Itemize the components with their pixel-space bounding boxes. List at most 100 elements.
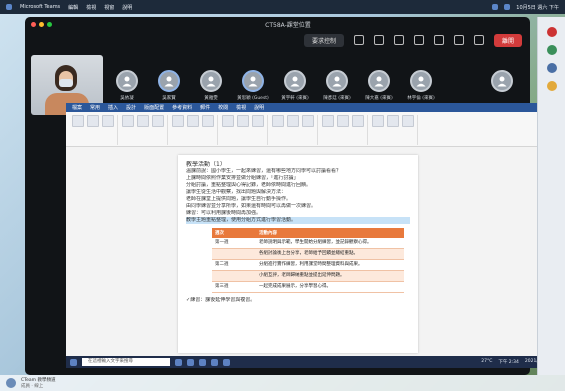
people-icon[interactable] <box>353 35 364 45</box>
window-controls <box>31 21 52 27</box>
comment-icon[interactable] <box>302 115 314 127</box>
mac-menu-item[interactable]: 說明 <box>122 4 132 11</box>
tab-insert[interactable]: 插入 <box>108 104 118 111</box>
teams-icon[interactable] <box>223 358 230 366</box>
mac-menu-item[interactable]: 視窗 <box>104 4 114 11</box>
camera-icon[interactable] <box>433 35 444 45</box>
browser-side-panel <box>537 17 565 375</box>
participant-tile[interactable]: 林宇倫 (來賓) <box>403 69 439 101</box>
person-icon <box>290 76 300 86</box>
ribbon-group-symbols <box>372 115 418 145</box>
shapes-icon[interactable] <box>202 115 214 127</box>
document-page[interactable]: 教學活動（1） 溫課前說：國小學生，一起來練習，還有哪些地方同學可以討論看看？ … <box>178 155 418 353</box>
symbol-icon[interactable] <box>402 115 414 127</box>
weather-readout[interactable]: 27°C <box>481 359 492 365</box>
participant-list: 吳依凝 吳家賢 黃雅雯 黃思穎 (Guest) 黃宇軒 (來賓) 陳彥廷 (來賓… <box>109 69 524 101</box>
table-row: 第二週 分組進行實作練習，利用課堂時間整理資料與成果。 <box>212 259 404 271</box>
mac-clock[interactable]: 10月5日 週六 下午 <box>516 4 559 11</box>
participant-name <box>501 95 502 100</box>
word-ribbon: 檔案 常用 插入 設計 版面配置 參考資料 郵件 校閱 檢視 說明 <box>66 103 552 147</box>
wifi-icon[interactable] <box>492 4 499 10</box>
avatar <box>368 69 390 92</box>
app-icon[interactable] <box>546 45 557 55</box>
avatar <box>326 69 348 92</box>
participant-name: 黃思穎 (Guest) <box>237 95 269 101</box>
page-break-icon[interactable] <box>152 115 164 127</box>
taskbar-time[interactable]: 下午 2:34 <box>498 359 519 365</box>
task-view-icon[interactable] <box>175 358 182 366</box>
mac-app-name[interactable]: Microsoft Teams <box>20 4 60 10</box>
equation-icon[interactable] <box>387 115 399 127</box>
apple-icon[interactable] <box>6 4 12 10</box>
participant-tile[interactable]: 吳家賢 <box>151 69 187 101</box>
tab-mailings[interactable]: 郵件 <box>200 104 210 111</box>
windows-start-icon[interactable] <box>70 358 77 366</box>
chart-icon[interactable] <box>222 115 234 127</box>
tab-help[interactable]: 說明 <box>254 104 264 111</box>
participant-tile[interactable]: 黃宇軒 (來賓) <box>277 69 313 101</box>
page-number-icon[interactable] <box>352 115 364 127</box>
table-cell-week <box>212 270 256 282</box>
tab-references[interactable]: 參考資料 <box>172 104 192 111</box>
bookmark-icon[interactable] <box>287 115 299 127</box>
avatar[interactable] <box>6 378 16 388</box>
file-explorer-icon[interactable] <box>199 358 206 366</box>
tab-design[interactable]: 設計 <box>126 104 136 111</box>
channel-info: CTeam 教學頻道 成員 · 線上 <box>21 377 55 389</box>
tab-layout[interactable]: 版面配置 <box>144 104 164 111</box>
participant-tile[interactable]: 陳大嘉 (來賓) <box>361 69 397 101</box>
screenshot-icon[interactable] <box>237 115 249 127</box>
textbox-icon[interactable] <box>372 115 384 127</box>
person-icon <box>122 76 132 86</box>
participant-tile[interactable]: 黃雅雯 <box>193 69 229 101</box>
microphone-icon[interactable] <box>453 35 464 45</box>
cover-page-icon[interactable] <box>122 115 134 127</box>
table-header-row: 週次 活動內容 <box>212 228 404 238</box>
avatar <box>410 69 432 92</box>
chat-icon[interactable] <box>373 35 384 45</box>
app-icon[interactable] <box>546 81 557 91</box>
meeting-title: CT58A-課堂位置 <box>265 21 311 29</box>
participant-tile[interactable]: 黃思穎 (Guest) <box>235 69 271 101</box>
doc-line: 練習：可以利用課後時間再加強。 <box>186 210 262 216</box>
copy-icon[interactable] <box>102 115 114 127</box>
tab-home[interactable]: 常用 <box>90 104 100 111</box>
meeting-toolbar: 要求控制 離開 <box>25 31 530 49</box>
reactions-icon[interactable] <box>393 35 404 45</box>
table-header-content: 活動內容 <box>256 228 404 238</box>
tab-file[interactable]: 檔案 <box>72 104 82 111</box>
edge-icon[interactable] <box>187 358 194 366</box>
lesson-table: 週次 活動內容 第一週 老師說明與示範，學生開始分組練習，並記錄觀察心得。 各組… <box>212 228 404 293</box>
picture-icon[interactable] <box>187 115 199 127</box>
app-icon[interactable] <box>546 63 557 73</box>
more-options-icon[interactable] <box>413 35 424 45</box>
blank-page-icon[interactable] <box>137 115 149 127</box>
close-window-icon[interactable] <box>31 21 36 27</box>
participant-tile[interactable]: 吳依凝 <box>109 69 145 101</box>
participant-tile[interactable]: 陳彥廷 (來賓) <box>319 69 355 101</box>
table-cell-content: 各組討論後上台分享，老師給予回饋並總結重點。 <box>256 248 404 260</box>
doc-line: 老師在課堂上提供問題，讓學生自行動手操作。 <box>186 196 292 202</box>
video-icon[interactable] <box>252 115 264 127</box>
tab-review[interactable]: 校閱 <box>218 104 228 111</box>
avatar <box>242 69 264 92</box>
share-screen-icon[interactable] <box>473 35 484 45</box>
mac-menu-item[interactable]: 檢視 <box>86 4 96 11</box>
header-icon[interactable] <box>322 115 334 127</box>
mac-menu-item[interactable]: 編輯 <box>68 4 78 11</box>
battery-icon[interactable] <box>504 4 511 10</box>
leave-button[interactable]: 離開 <box>493 33 522 47</box>
tab-view[interactable]: 檢視 <box>236 104 246 111</box>
cut-icon[interactable] <box>87 115 99 127</box>
word-icon[interactable] <box>211 358 218 366</box>
minimize-window-icon[interactable] <box>39 21 44 27</box>
notification-icon[interactable] <box>546 27 557 37</box>
link-icon[interactable] <box>272 115 284 127</box>
request-control-button[interactable]: 要求控制 <box>303 33 344 47</box>
participant-tile[interactable] <box>484 69 520 101</box>
paste-icon[interactable] <box>72 115 84 127</box>
table-icon[interactable] <box>172 115 184 127</box>
taskbar-search-input[interactable]: 在這裡輸入文字來搜尋 <box>82 358 170 366</box>
footer-icon[interactable] <box>337 115 349 127</box>
doc-line: 上課時間依照作業安排並做分組練習，「進行討論」 <box>186 175 299 181</box>
